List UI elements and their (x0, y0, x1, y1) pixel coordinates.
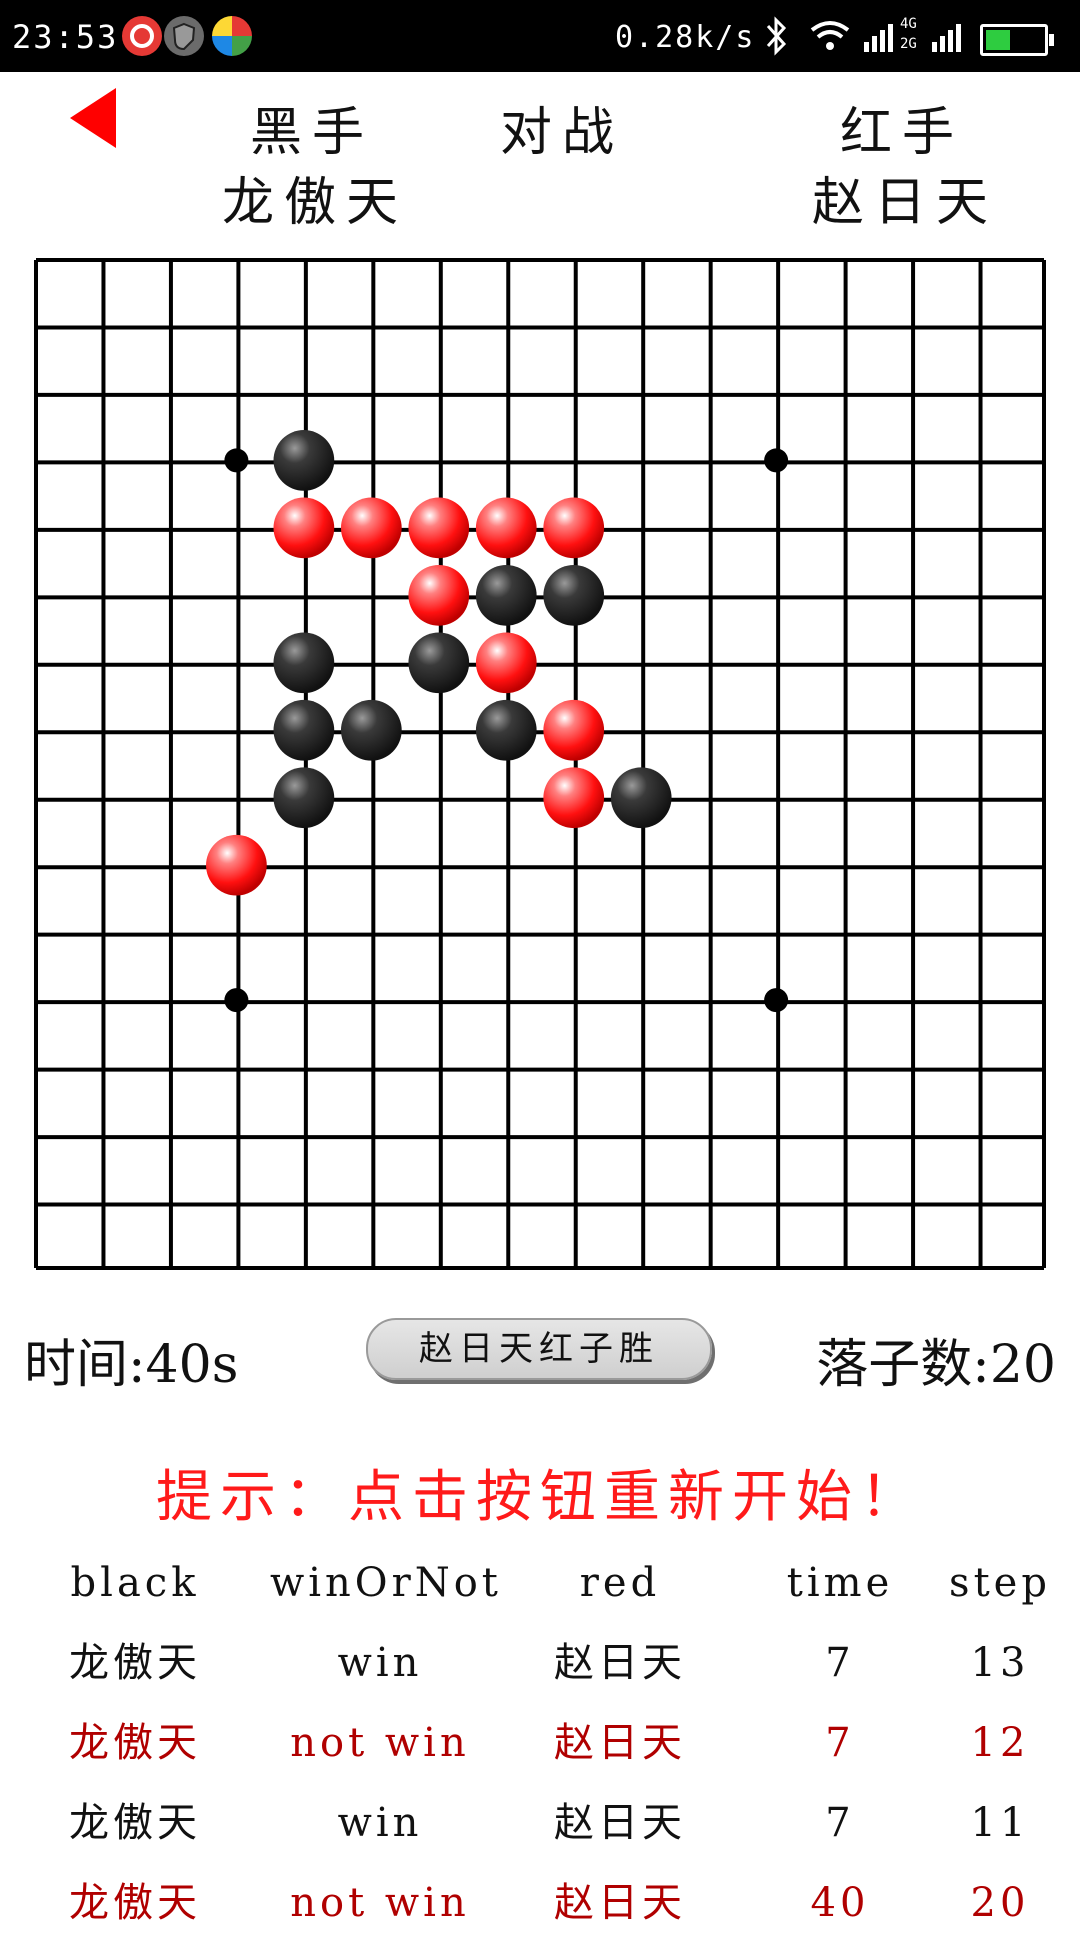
black-stone (475, 699, 537, 761)
record-time: 40 (810, 1880, 870, 1926)
red-stone (340, 497, 402, 559)
record-time: 7 (825, 1800, 855, 1846)
record-result: win (337, 1800, 423, 1846)
network-speed: 0.28k/s (615, 20, 756, 55)
shield-icon (164, 16, 204, 56)
black-player-name: 龙傲天 (222, 173, 409, 233)
record-result: not win (290, 1880, 470, 1926)
record-time: 7 (825, 1640, 855, 1686)
battery-icon (980, 24, 1054, 56)
record-black-player: 龙傲天 (69, 1720, 201, 1766)
star-point (224, 448, 249, 473)
network-4g-label: 4G (900, 16, 917, 32)
record-time: 7 (825, 1720, 855, 1766)
header-time: time (786, 1560, 894, 1606)
red-stone (475, 497, 537, 559)
board-svg[interactable] (34, 258, 1046, 1270)
record-row: 龙傲天 win 赵日天 7 13 (0, 1628, 1080, 1698)
star-point (764, 988, 789, 1013)
header-red: red (579, 1560, 661, 1606)
red-stone (206, 834, 267, 896)
black-side-label: 黑手 (250, 103, 375, 163)
back-arrow-icon[interactable] (70, 88, 116, 148)
red-side-label: 红手 (840, 103, 965, 163)
record-step: 11 (970, 1800, 1030, 1846)
red-stone (475, 632, 537, 694)
record-step: 13 (970, 1640, 1030, 1686)
status-time: 23:53 (12, 18, 119, 56)
black-stone (273, 430, 335, 491)
black-stone (475, 564, 537, 626)
black-stone (273, 632, 335, 694)
record-red-player: 赵日天 (554, 1800, 686, 1846)
record-row: 龙傲天 not win 赵日天 40 20 (0, 1868, 1080, 1938)
red-stone (408, 497, 470, 559)
info-bar: 时间:40s 赵日天红子胜 落子数:20 (0, 1300, 1080, 1410)
black-stone (340, 699, 402, 761)
netease-music-icon (122, 16, 162, 56)
record-black-player: 龙傲天 (69, 1640, 201, 1686)
record-result: win (337, 1640, 423, 1686)
black-stone (408, 632, 470, 694)
red-stone (543, 497, 605, 559)
record-red-player: 赵日天 (554, 1880, 686, 1926)
game-board[interactable] (34, 258, 1046, 1270)
board-grid (34, 258, 1046, 1270)
wifi-icon (808, 14, 852, 67)
star-point (764, 448, 789, 473)
record-step: 12 (970, 1720, 1030, 1766)
record-black-player: 龙傲天 (69, 1800, 201, 1846)
restart-hint: 提示：点击按钮重新开始！ (156, 1465, 924, 1530)
vs-label: 对战 (500, 103, 625, 163)
red-player-name: 赵日天 (812, 173, 999, 233)
record-red-player: 赵日天 (554, 1720, 686, 1766)
record-row: 龙傲天 not win 赵日天 7 12 (0, 1708, 1080, 1778)
red-stone (273, 497, 335, 559)
black-stone (273, 699, 335, 761)
record-red-player: 赵日天 (554, 1640, 686, 1686)
step-count: 落子数:20 (816, 1335, 1056, 1395)
signal-icon-2 (930, 14, 970, 67)
star-point (224, 988, 249, 1013)
black-stone (543, 564, 605, 626)
record-row: 龙傲天 win 赵日天 7 11 (0, 1788, 1080, 1858)
status-bar: 23:53 0.28k/s 4G 2G (0, 0, 1080, 72)
red-stone (543, 767, 605, 829)
record-black-player: 龙傲天 (69, 1880, 201, 1926)
match-header: 黑手 对战 红手 龙傲天 赵日天 (0, 72, 1080, 242)
elapsed-time: 时间:40s (24, 1335, 239, 1395)
records-header-row: black winOrNot red time step (0, 1548, 1080, 1618)
restart-button[interactable]: 赵日天红子胜 (366, 1318, 712, 1380)
color-wheel-icon (212, 16, 252, 56)
header-win-or-not: winOrNot (270, 1560, 502, 1606)
black-stone (273, 767, 335, 829)
bluetooth-icon (762, 14, 792, 67)
header-black: black (70, 1560, 200, 1606)
header-step: step (949, 1560, 1051, 1606)
network-2g-label: 2G (900, 36, 917, 52)
black-stone (610, 767, 672, 829)
red-stone (408, 564, 470, 626)
record-step: 20 (970, 1880, 1030, 1926)
red-stone (543, 699, 605, 761)
record-result: not win (290, 1720, 470, 1766)
